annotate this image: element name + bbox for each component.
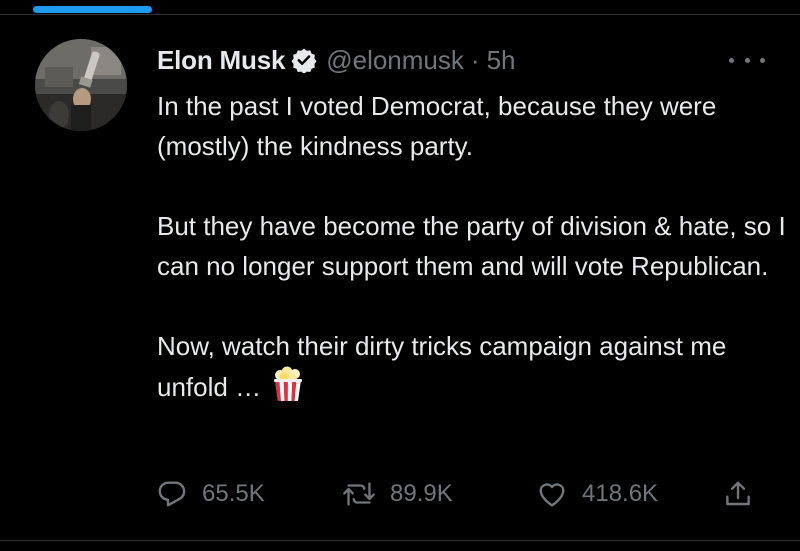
retweet-button[interactable]: 89.9K	[342, 474, 453, 514]
retweet-icon	[342, 478, 376, 510]
separator-dot: ·	[470, 44, 480, 75]
more-horizontal-icon	[729, 57, 734, 63]
tab-indicator	[33, 6, 152, 13]
reply-icon	[156, 478, 188, 510]
tweet-timestamp[interactable]: 5h	[487, 45, 516, 76]
share-icon	[722, 478, 754, 510]
share-button[interactable]	[722, 474, 754, 514]
author-name[interactable]: Elon Musk	[157, 45, 285, 76]
tweet-paragraph-last: Now, watch their dirty tricks campaign a…	[157, 326, 787, 407]
top-divider	[0, 14, 800, 15]
retweet-count: 89.9K	[390, 480, 453, 507]
bottom-divider	[0, 540, 800, 541]
popcorn-emoji-icon	[271, 366, 305, 402]
like-count: 418.6K	[582, 480, 659, 507]
avatar[interactable]	[35, 39, 127, 131]
tweet-paragraph: In the past I voted Democrat, because th…	[157, 91, 717, 161]
tweet-paragraph-text: Now, watch their dirty tricks campaign a…	[157, 331, 727, 402]
tweet-header: Elon Musk @elonmusk · 5h	[157, 40, 515, 80]
reply-button[interactable]: 65.5K	[156, 474, 265, 514]
tweet-paragraph: But they have become the party of divisi…	[157, 211, 786, 281]
more-options-button[interactable]	[729, 48, 765, 72]
like-button[interactable]: 418.6K	[536, 474, 658, 514]
author-handle[interactable]: @elonmusk	[326, 45, 464, 76]
tweet-actions: 65.5K 89.9K 418.6K	[156, 474, 768, 514]
tweet-text: In the past I voted Democrat, because th…	[157, 86, 787, 407]
verified-badge-icon	[291, 47, 317, 74]
like-icon	[536, 478, 568, 510]
reply-count: 65.5K	[202, 480, 265, 507]
